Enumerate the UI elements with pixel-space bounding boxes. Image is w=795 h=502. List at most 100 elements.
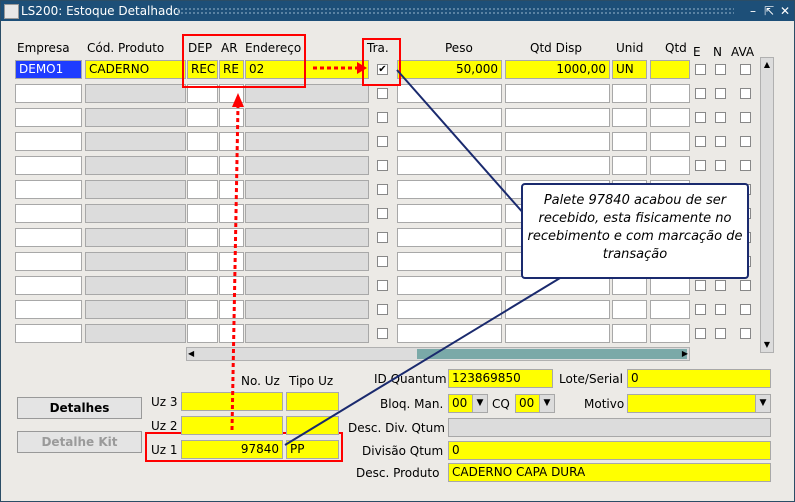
grid-cell[interactable] bbox=[612, 300, 647, 319]
tra-checkbox[interactable] bbox=[377, 88, 388, 99]
grid-cell[interactable] bbox=[15, 204, 82, 223]
flag-checkbox[interactable] bbox=[715, 328, 726, 339]
grid-cell[interactable] bbox=[505, 132, 610, 151]
flag-checkbox[interactable] bbox=[715, 160, 726, 171]
cq-select[interactable]: 00 ▼ bbox=[515, 394, 555, 413]
grid-cell[interactable] bbox=[505, 108, 610, 127]
chevron-down-icon[interactable]: ▼ bbox=[539, 395, 554, 412]
grid-cell[interactable] bbox=[397, 300, 502, 319]
grid-cell[interactable] bbox=[219, 132, 244, 151]
grid-cell[interactable] bbox=[397, 276, 502, 295]
grid-cell[interactable] bbox=[219, 156, 244, 175]
grid-cell[interactable] bbox=[245, 180, 369, 199]
detalhes-button[interactable]: Detalhes bbox=[17, 397, 142, 419]
grid-cell[interactable] bbox=[187, 228, 218, 247]
uz3-tipo[interactable] bbox=[286, 392, 339, 411]
grid-cell[interactable] bbox=[219, 300, 244, 319]
grid-cell[interactable] bbox=[85, 276, 186, 295]
flag-checkbox[interactable] bbox=[740, 280, 751, 291]
tra-checkbox[interactable] bbox=[377, 136, 388, 147]
cell-peso[interactable]: 50,000 bbox=[397, 60, 502, 79]
grid-cell[interactable] bbox=[245, 228, 369, 247]
grid-cell[interactable] bbox=[15, 276, 82, 295]
grid-cell[interactable] bbox=[505, 84, 610, 103]
grid-cell[interactable] bbox=[85, 180, 186, 199]
grid-cell[interactable] bbox=[612, 108, 647, 127]
grid-cell[interactable] bbox=[219, 228, 244, 247]
flag-checkbox[interactable] bbox=[740, 304, 751, 315]
grid-cell[interactable] bbox=[187, 252, 218, 271]
cell-qtd-disp[interactable]: 1000,00 bbox=[505, 60, 610, 79]
uz2-tipo[interactable] bbox=[286, 416, 339, 435]
grid-cell[interactable] bbox=[245, 276, 369, 295]
grid-cell[interactable] bbox=[397, 84, 502, 103]
flag-checkbox[interactable] bbox=[740, 112, 751, 123]
scroll-left-icon[interactable]: ◀ bbox=[188, 348, 194, 360]
grid-cell[interactable] bbox=[245, 300, 369, 319]
tra-checkbox[interactable] bbox=[377, 232, 388, 243]
grid-cell[interactable] bbox=[15, 156, 82, 175]
flag-checkbox[interactable] bbox=[740, 136, 751, 147]
grid-cell[interactable] bbox=[187, 132, 218, 151]
grid-vertical-scrollbar[interactable]: ▲ ▼ bbox=[760, 57, 774, 353]
close-icon[interactable]: ✕ bbox=[778, 4, 792, 18]
grid-cell[interactable] bbox=[397, 228, 502, 247]
grid-cell[interactable] bbox=[612, 84, 647, 103]
flag-checkbox[interactable] bbox=[695, 280, 706, 291]
grid-cell[interactable] bbox=[397, 180, 502, 199]
flag-checkbox[interactable] bbox=[715, 64, 726, 75]
grid-horizontal-scrollbar[interactable]: ◀ ▶ bbox=[186, 347, 690, 361]
id-quantum-field[interactable]: 123869850 bbox=[448, 369, 553, 388]
tra-checkbox[interactable] bbox=[377, 256, 388, 267]
grid-cell[interactable] bbox=[505, 300, 610, 319]
grid-cell[interactable] bbox=[187, 180, 218, 199]
motivo-select[interactable]: ▼ bbox=[627, 394, 771, 413]
flag-checkbox[interactable] bbox=[695, 136, 706, 147]
tra-checkbox[interactable] bbox=[377, 112, 388, 123]
grid-cell[interactable] bbox=[85, 132, 186, 151]
grid-cell[interactable] bbox=[612, 132, 647, 151]
grid-cell[interactable] bbox=[612, 156, 647, 175]
flag-checkbox[interactable] bbox=[740, 328, 751, 339]
grid-cell[interactable] bbox=[505, 156, 610, 175]
flag-checkbox[interactable] bbox=[715, 304, 726, 315]
uz1-tipo[interactable]: PP bbox=[286, 440, 339, 459]
grid-cell[interactable] bbox=[245, 108, 369, 127]
grid-cell[interactable] bbox=[15, 252, 82, 271]
grid-cell[interactable] bbox=[85, 252, 186, 271]
grid-cell[interactable] bbox=[187, 276, 218, 295]
grid-cell[interactable] bbox=[85, 300, 186, 319]
grid-cell[interactable] bbox=[397, 108, 502, 127]
flag-checkbox[interactable] bbox=[715, 112, 726, 123]
grid-cell[interactable] bbox=[15, 108, 82, 127]
scroll-down-icon[interactable]: ▼ bbox=[761, 338, 773, 352]
cell-unid[interactable]: UN bbox=[612, 60, 647, 79]
grid-cell[interactable] bbox=[219, 324, 244, 343]
flag-checkbox[interactable] bbox=[695, 64, 706, 75]
uz3-no[interactable] bbox=[181, 392, 283, 411]
grid-cell[interactable] bbox=[85, 108, 186, 127]
grid-cell[interactable] bbox=[397, 324, 502, 343]
flag-checkbox[interactable] bbox=[695, 160, 706, 171]
tra-checkbox[interactable] bbox=[377, 184, 388, 195]
grid-cell[interactable] bbox=[397, 132, 502, 151]
grid-cell[interactable] bbox=[15, 228, 82, 247]
flag-checkbox[interactable] bbox=[715, 280, 726, 291]
grid-cell[interactable] bbox=[187, 300, 218, 319]
minimize-icon[interactable]: – bbox=[746, 4, 760, 18]
grid-cell[interactable] bbox=[245, 324, 369, 343]
tra-checkbox[interactable] bbox=[377, 280, 388, 291]
flag-checkbox[interactable] bbox=[715, 136, 726, 147]
tra-checkbox[interactable] bbox=[377, 328, 388, 339]
flag-checkbox[interactable] bbox=[695, 304, 706, 315]
grid-cell[interactable] bbox=[15, 300, 82, 319]
uz2-no[interactable] bbox=[181, 416, 283, 435]
grid-cell[interactable] bbox=[650, 108, 690, 127]
bloq-select[interactable]: 00 ▼ bbox=[448, 394, 488, 413]
grid-cell[interactable] bbox=[219, 276, 244, 295]
divisao-field[interactable]: 0 bbox=[448, 441, 771, 460]
grid-cell[interactable] bbox=[85, 204, 186, 223]
grid-cell[interactable] bbox=[650, 132, 690, 151]
grid-cell[interactable] bbox=[187, 204, 218, 223]
flag-checkbox[interactable] bbox=[695, 112, 706, 123]
